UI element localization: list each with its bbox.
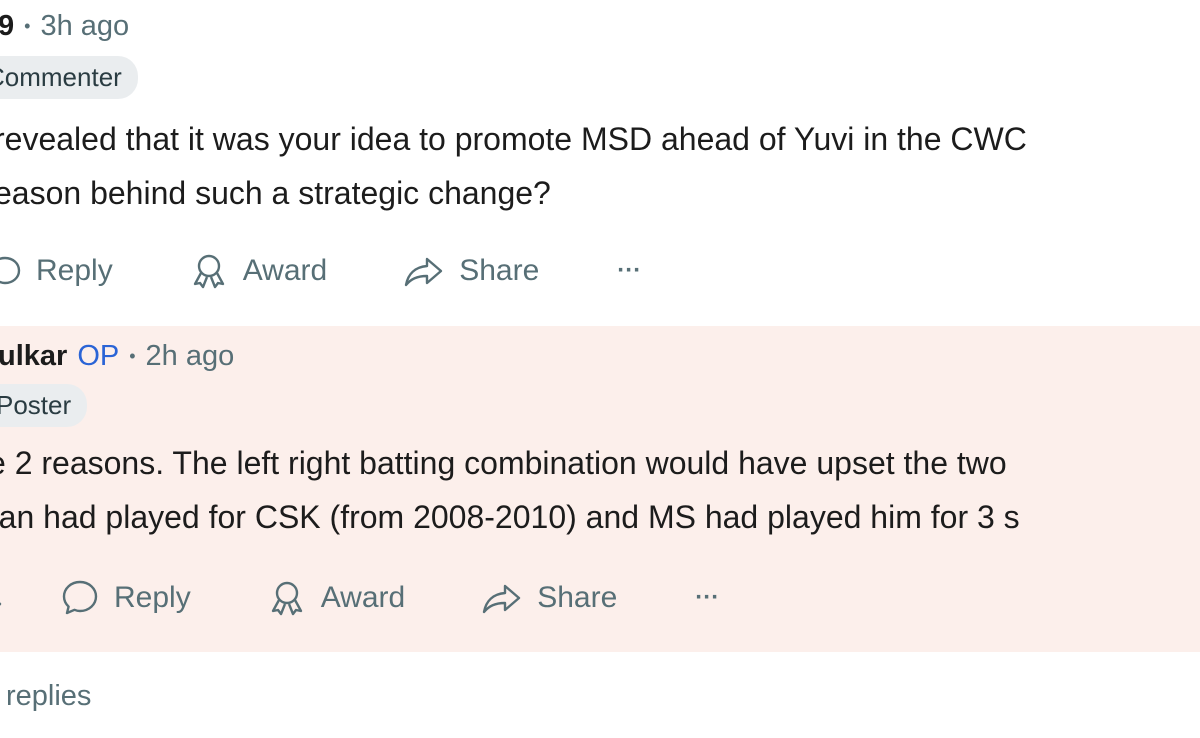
share-button[interactable]: Share [403,254,539,288]
separator-dot: • [129,346,136,366]
award-button[interactable]: Award [267,579,406,617]
downvote-button[interactable] [0,580,10,616]
comment-actions: Reply Award Share ··· [0,252,641,290]
reply-button[interactable]: Reply [60,578,191,618]
reply-icon [60,578,100,618]
downvote-icon [0,580,10,616]
reply-button[interactable]: Reply [0,254,113,288]
award-icon [189,252,229,290]
share-label: Share [537,581,618,614]
comment-author[interactable]: 9 [0,10,14,43]
comment-thread: 9 • 3h ago Commenter revealed that it wa… [0,0,1200,738]
comment-time: 3h ago [40,10,130,42]
op-badge: OP [77,340,120,372]
comment-time: 2h ago [145,340,235,372]
comment-author[interactable]: ulkar [0,340,67,373]
award-label: Award [242,254,328,287]
award-button[interactable]: Award [189,252,328,290]
reply-label: Reply [36,254,113,287]
more-options-button[interactable]: ··· [695,584,719,612]
separator-dot: • [24,16,31,36]
comment-body-line: e 2 reasons. The left right batting comb… [0,445,1007,481]
more-replies-link[interactable]: replies [6,680,91,713]
comment-meta: ulkar OP • 2h ago [0,340,234,373]
award-label: Award [320,581,406,614]
comment-body-line: eason behind such a strategic change? [0,175,551,211]
ellipsis-icon: ··· [617,257,642,284]
user-flair: Poster [0,384,88,427]
ellipsis-icon: ··· [695,584,720,611]
share-label: Share [459,254,540,287]
comment-body-line: revealed that it was your idea to promot… [0,121,1027,157]
comment-body: e 2 reasons. The left right batting comb… [0,436,1020,544]
comment-body: revealed that it was your idea to promot… [0,112,1027,220]
share-button[interactable]: Share [481,581,617,615]
more-options-button[interactable]: ··· [617,257,641,285]
comment-meta: 9 • 3h ago [0,10,129,43]
award-icon [267,579,307,617]
comment-body-line: ran had played for CSK (from 2008-2010) … [0,499,1020,535]
reply-icon [0,254,22,288]
share-icon [481,581,523,615]
comment-actions: Reply Award Share ··· [0,578,719,618]
user-flair: Commenter [0,56,138,99]
share-icon [403,254,445,288]
reply-label: Reply [114,581,191,614]
